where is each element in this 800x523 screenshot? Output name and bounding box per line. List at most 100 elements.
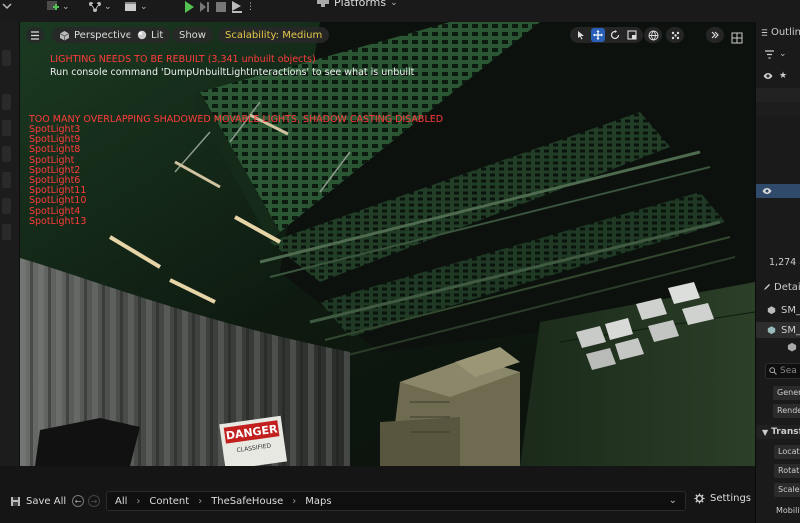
pencil-icon [764, 284, 770, 290]
outliner-row[interactable] [756, 102, 800, 116]
filter-icon [765, 49, 774, 59]
level-viewport[interactable]: DANGER CLASSIFIED Perspective Lit Show S… [20, 22, 755, 466]
details-tab[interactable]: Detai [756, 280, 800, 294]
outliner-tab[interactable]: Outlin [756, 24, 800, 40]
platforms-menu[interactable]: Platforms ⌄ [316, 0, 398, 9]
rendering-tab[interactable]: Render [773, 404, 800, 418]
actor-count: 1,274 ac [769, 257, 800, 268]
cube-icon [767, 306, 776, 315]
cube-icon [59, 30, 70, 40]
chevron-down-icon: ⌄ [104, 2, 112, 12]
chevron-down-icon: ⌄ [140, 2, 148, 12]
save-all-button[interactable]: Save All [10, 493, 66, 509]
cinematics-button[interactable]: ⌄ [124, 0, 148, 14]
transform-section[interactable]: ▼ Transfo [756, 425, 800, 439]
breadcrumb[interactable]: All › Content › TheSafeHouse › Maps ⌄ [106, 491, 686, 511]
lit-label: Lit [151, 29, 164, 41]
main-toolbar: ⌄ ⌄ ⌄ ⋮ Platforms ⌄ [0, 0, 800, 22]
scale-icon[interactable] [625, 28, 639, 42]
breadcrumb-item[interactable]: All [115, 496, 127, 507]
forward-button[interactable]: → [88, 495, 100, 507]
outliner-tab-label: Outlin [770, 26, 800, 38]
settings-label: Settings [710, 493, 752, 504]
lighting-warning: LIGHTING NEEDS TO BE REBUILT (3,341 unbu… [50, 54, 316, 65]
settings-button[interactable]: Settings [694, 493, 751, 504]
location-dropdown[interactable]: Locati [774, 445, 800, 459]
world-local-toggle[interactable] [644, 27, 662, 43]
chevron-right-icon: › [136, 495, 141, 507]
chevron-down-icon[interactable]: ⌄ [669, 495, 677, 506]
back-button[interactable]: ← [72, 495, 84, 507]
component-sub-row[interactable] [756, 342, 800, 356]
clapper-icon [125, 2, 136, 11]
perspective-button[interactable]: Perspective [52, 27, 139, 43]
details-item-name: SM_ [781, 304, 800, 316]
general-tab[interactable]: Genera [773, 386, 800, 400]
move-icon[interactable] [591, 28, 605, 42]
outliner-header: ★ [756, 68, 800, 84]
cube-icon [787, 342, 797, 352]
details-search-input[interactable]: Sea [765, 363, 800, 379]
add-actor-button[interactable]: ⌄ [46, 0, 70, 14]
left-panel-button[interactable] [2, 224, 11, 240]
scalability-button[interactable]: Scalability: Medium [218, 27, 330, 43]
left-panel-button[interactable] [2, 120, 11, 136]
play-icon[interactable] [182, 1, 196, 13]
outliner-row[interactable] [756, 88, 800, 102]
chevron-down-icon: ⌄ [779, 49, 787, 59]
blueprint-icon [89, 2, 101, 12]
view-mode-button[interactable]: Lit [130, 27, 171, 43]
details-component-row[interactable]: SM_ [756, 322, 800, 338]
console-hint: Run console command 'DumpUnbuiltLightInt… [50, 67, 415, 78]
toolbar-group-left[interactable] [0, 0, 14, 14]
breadcrumb-item[interactable]: Content [149, 496, 189, 507]
left-panel-button[interactable] [2, 94, 11, 110]
chevron-down-icon: ⌄ [62, 2, 70, 12]
left-panel-button[interactable] [2, 146, 11, 162]
select-icon[interactable] [574, 28, 588, 42]
shadow-warning: TOO MANY OVERLAPPING SHADOWED MOVABLE LI… [29, 114, 444, 125]
rotation-dropdown[interactable]: Rotati [774, 464, 800, 478]
details-item-name: SM_ [781, 324, 800, 336]
surface-snapping-button[interactable] [666, 27, 684, 43]
outliner-filter[interactable]: ⌄ [756, 46, 800, 62]
frame-skip-icon[interactable] [198, 1, 212, 13]
search-icon [769, 367, 777, 375]
rotate-icon[interactable] [608, 28, 622, 42]
editor-window: ⌄ ⌄ ⌄ ⋮ Platforms ⌄ DANGER CLASSIFIED Pe… [0, 0, 800, 523]
scale-dropdown[interactable]: Scale [774, 483, 800, 497]
stop-icon[interactable] [214, 1, 228, 13]
breadcrumb-item[interactable]: Maps [305, 496, 331, 507]
viewport-options-button[interactable] [26, 27, 44, 43]
show-button[interactable]: Show [172, 27, 213, 43]
eject-icon[interactable] [230, 1, 244, 13]
layout-icon[interactable] [731, 29, 743, 48]
content-browser-bar: Save All ← → All › Content › TheSafeHous… [0, 466, 755, 523]
left-panel-button[interactable] [2, 50, 11, 66]
eye-icon[interactable] [763, 72, 773, 80]
details-actor-row[interactable]: SM_ [756, 302, 800, 318]
play-controls: ⋮ [182, 0, 255, 14]
save-icon [11, 496, 20, 506]
details-tab-label: Detai [774, 281, 800, 293]
breadcrumb-item[interactable]: TheSafeHouse [211, 496, 283, 507]
left-panel-button[interactable] [2, 198, 11, 214]
perspective-label: Perspective [74, 29, 132, 41]
transform-tools [570, 27, 643, 43]
scene-render: DANGER CLASSIFIED [20, 22, 755, 466]
eye-icon[interactable] [762, 187, 772, 195]
outliner-row-selected[interactable] [756, 184, 800, 198]
blueprint-button[interactable]: ⌄ [88, 0, 112, 14]
outliner-icon [761, 28, 768, 36]
chevron-down-icon: ⌄ [390, 0, 398, 8]
chevron-down-icon[interactable]: ⋮ [246, 2, 255, 12]
chevron-down-icon[interactable] [0, 1, 14, 13]
double-chevron-right-icon [708, 28, 722, 42]
star-icon[interactable]: ★ [779, 71, 787, 81]
expand-toolbar-button[interactable] [706, 27, 724, 43]
danger-sign: DANGER CLASSIFIED [219, 415, 288, 466]
left-panel-button[interactable] [2, 172, 11, 188]
hamburger-menu-icon [31, 30, 39, 40]
left-panel-strip [0, 22, 20, 466]
chevron-right-icon: › [292, 495, 297, 507]
